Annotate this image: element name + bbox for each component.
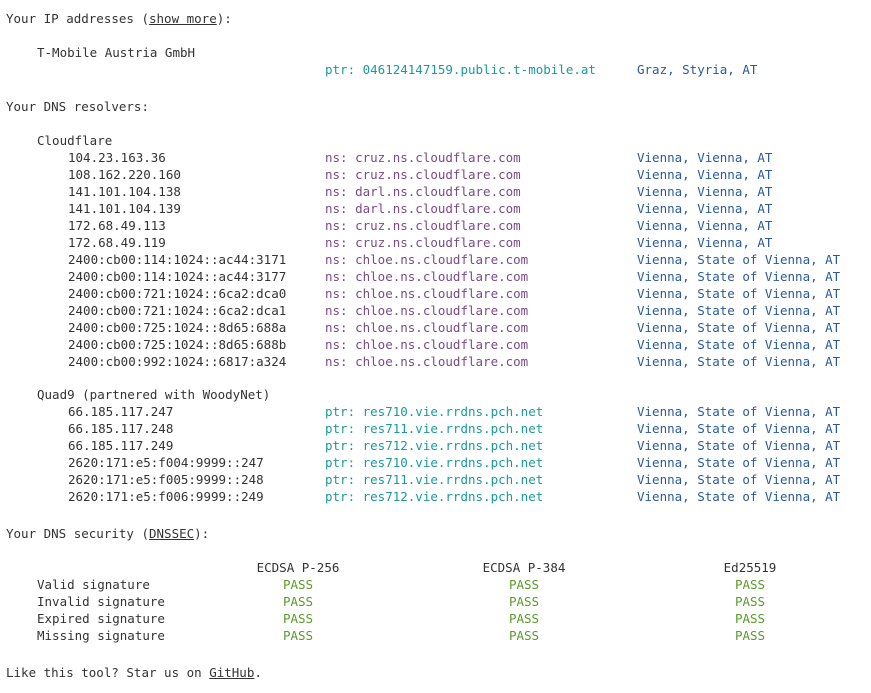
- dnssec-result: PASS: [734, 594, 766, 609]
- resolver-ip: 141.101.104.139: [68, 201, 181, 216]
- resolver-ip: 2400:cb00:725:1024::8d65:688b: [68, 337, 287, 352]
- dnssec-column-header: ECDSA P-384: [482, 560, 566, 575]
- dnssec-result: PASS: [508, 628, 540, 643]
- resolver-ip: 2620:171:e5:f006:9999::249: [68, 489, 264, 504]
- resolver-host: ns: cruz.ns.cloudflare.com: [325, 167, 521, 182]
- ip-heading-close: ):: [216, 11, 232, 26]
- resolver-location: Vienna, State of Vienna, AT: [637, 286, 841, 301]
- resolver-ip: 108.162.220.160: [68, 167, 181, 182]
- resolver-ip: 2620:171:e5:f004:9999::247: [68, 455, 264, 470]
- resolver-host: ns: cruz.ns.cloudflare.com: [325, 235, 521, 250]
- resolver-location: Vienna, Vienna, AT: [637, 201, 773, 216]
- dnssec-heading: Your DNS security (DNSSEC):: [6, 525, 209, 542]
- resolver-location: Vienna, Vienna, AT: [637, 218, 773, 233]
- dnssec-result: PASS: [734, 577, 766, 592]
- resolver-ip: 2400:cb00:725:1024::8d65:688a: [68, 320, 287, 335]
- footer: Like this tool? Star us on GitHub.: [6, 664, 262, 681]
- dnssec-row-label: Missing signature: [37, 628, 165, 643]
- resolver-host: ptr: res711.vie.rrdns.pch.net: [325, 421, 544, 436]
- dnssec-row-label: Expired signature: [37, 611, 165, 626]
- ip-location: Graz, Styria, AT: [637, 62, 758, 77]
- dnssec-result: PASS: [282, 628, 314, 643]
- ip-ptr: ptr: 046124147159.public.t-mobile.at: [325, 62, 596, 77]
- resolver-location: Vienna, State of Vienna, AT: [637, 320, 841, 335]
- resolver-host: ns: chloe.ns.cloudflare.com: [325, 269, 529, 284]
- resolver-ip: 141.101.104.138: [68, 184, 181, 199]
- dnssec-result: PASS: [734, 611, 766, 626]
- resolver-location: Vienna, State of Vienna, AT: [637, 252, 841, 267]
- dns-heading: Your DNS resolvers:: [6, 99, 149, 114]
- resolver-host: ptr: res710.vie.rrdns.pch.net: [325, 404, 544, 419]
- resolver-location: Vienna, State of Vienna, AT: [637, 489, 841, 504]
- resolver-host: ptr: res712.vie.rrdns.pch.net: [325, 489, 544, 504]
- resolver-host: ns: chloe.ns.cloudflare.com: [325, 337, 529, 352]
- ip-heading: Your IP addresses (show more):: [6, 10, 232, 27]
- resolver-ip: 66.185.117.247: [68, 404, 174, 419]
- dnssec-result: PASS: [282, 577, 314, 592]
- dnssec-result: PASS: [282, 611, 314, 626]
- resolver-host: ns: cruz.ns.cloudflare.com: [325, 218, 521, 233]
- dnssec-column-header: ECDSA P-256: [256, 560, 340, 575]
- resolver-host: ptr: res712.vie.rrdns.pch.net: [325, 438, 544, 453]
- resolver-location: Vienna, State of Vienna, AT: [637, 438, 841, 453]
- resolver-ip: 2400:cb00:114:1024::ac44:3177: [68, 269, 287, 284]
- dnssec-result: PASS: [508, 594, 540, 609]
- ip-provider: T-Mobile Austria GmbH: [37, 45, 196, 60]
- resolver-location: Vienna, State of Vienna, AT: [637, 354, 841, 369]
- resolver-location: Vienna, State of Vienna, AT: [637, 303, 841, 318]
- show-more-link[interactable]: show more: [149, 11, 217, 26]
- dnssec-result: PASS: [734, 628, 766, 643]
- resolver-group-name: Quad9 (partnered with WoodyNet): [37, 387, 271, 402]
- resolver-ip: 2400:cb00:992:1024::6817:a324: [68, 354, 287, 369]
- resolver-host: ns: chloe.ns.cloudflare.com: [325, 303, 529, 318]
- resolver-ip: 2400:cb00:721:1024::6ca2:dca1: [68, 303, 287, 318]
- footer-text: Like this tool? Star us on: [6, 665, 210, 680]
- resolver-location: Vienna, Vienna, AT: [637, 184, 773, 199]
- ip-heading-text: Your IP addresses (: [6, 11, 149, 26]
- resolver-host: ns: chloe.ns.cloudflare.com: [325, 252, 529, 267]
- resolver-ip: 172.68.49.119: [68, 235, 166, 250]
- dnssec-result: PASS: [508, 577, 540, 592]
- resolver-host: ns: chloe.ns.cloudflare.com: [325, 354, 529, 369]
- resolver-host: ns: cruz.ns.cloudflare.com: [325, 150, 521, 165]
- resolver-ip: 2620:171:e5:f005:9999::248: [68, 472, 264, 487]
- dnssec-heading-text: Your DNS security (: [6, 526, 149, 541]
- resolver-location: Vienna, State of Vienna, AT: [637, 472, 841, 487]
- resolver-location: Vienna, State of Vienna, AT: [637, 404, 841, 419]
- resolver-host: ns: darl.ns.cloudflare.com: [325, 201, 521, 216]
- footer-period: .: [254, 665, 262, 680]
- resolver-location: Vienna, Vienna, AT: [637, 235, 773, 250]
- dnssec-column-header: Ed25519: [723, 560, 777, 575]
- github-link[interactable]: GitHub: [209, 665, 254, 680]
- resolver-ip: 66.185.117.248: [68, 421, 174, 436]
- dnssec-link[interactable]: DNSSEC: [149, 526, 194, 541]
- resolver-host: ns: chloe.ns.cloudflare.com: [325, 286, 529, 301]
- resolver-location: Vienna, State of Vienna, AT: [637, 455, 841, 470]
- resolver-ip: 2400:cb00:114:1024::ac44:3171: [68, 252, 287, 267]
- dnssec-result: PASS: [508, 611, 540, 626]
- dnssec-heading-close: ):: [194, 526, 210, 541]
- resolver-ip: 66.185.117.249: [68, 438, 174, 453]
- resolver-host: ns: darl.ns.cloudflare.com: [325, 184, 521, 199]
- resolver-ip: 172.68.49.113: [68, 218, 166, 233]
- resolver-group-name: Cloudflare: [37, 133, 113, 148]
- dnssec-row-label: Invalid signature: [37, 594, 165, 609]
- resolver-location: Vienna, Vienna, AT: [637, 150, 773, 165]
- resolver-location: Vienna, State of Vienna, AT: [637, 337, 841, 352]
- resolver-location: Vienna, State of Vienna, AT: [637, 269, 841, 284]
- resolver-host: ns: chloe.ns.cloudflare.com: [325, 320, 529, 335]
- resolver-host: ptr: res710.vie.rrdns.pch.net: [325, 455, 544, 470]
- dnssec-result: PASS: [282, 594, 314, 609]
- resolver-location: Vienna, Vienna, AT: [637, 167, 773, 182]
- resolver-ip: 104.23.163.36: [68, 150, 166, 165]
- resolver-ip: 2400:cb00:721:1024::6ca2:dca0: [68, 286, 287, 301]
- dnssec-row-label: Valid signature: [37, 577, 150, 592]
- resolver-location: Vienna, State of Vienna, AT: [637, 421, 841, 436]
- resolver-host: ptr: res711.vie.rrdns.pch.net: [325, 472, 544, 487]
